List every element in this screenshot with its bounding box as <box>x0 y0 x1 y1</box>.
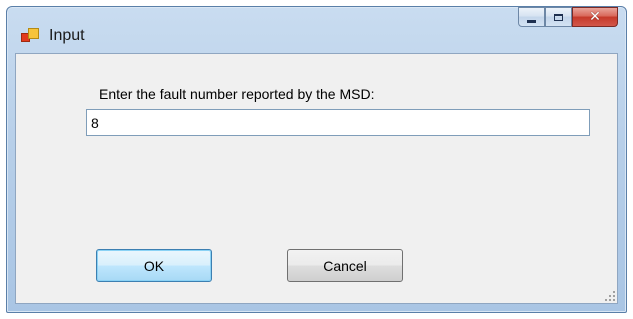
caption-buttons: ✕ <box>518 7 618 29</box>
window-title: Input <box>49 27 85 44</box>
fault-number-input[interactable] <box>86 109 590 136</box>
minimize-button[interactable] <box>518 7 545 27</box>
close-button[interactable]: ✕ <box>572 7 618 27</box>
dialog-client-area: Enter the fault number reported by the M… <box>15 53 618 304</box>
prompt-label: Enter the fault number reported by the M… <box>99 86 375 102</box>
cancel-button[interactable]: Cancel <box>287 249 403 282</box>
maximize-button[interactable] <box>545 7 572 27</box>
app-icon <box>21 27 39 43</box>
title-bar[interactable]: Input ✕ <box>7 7 626 53</box>
close-icon: ✕ <box>589 9 601 25</box>
resize-grip-icon[interactable] <box>605 291 615 301</box>
input-dialog-window: Input ✕ Enter the fault number reported … <box>6 6 627 313</box>
ok-button[interactable]: OK <box>96 249 212 282</box>
maximize-icon <box>554 13 563 21</box>
minimize-icon <box>527 19 536 23</box>
